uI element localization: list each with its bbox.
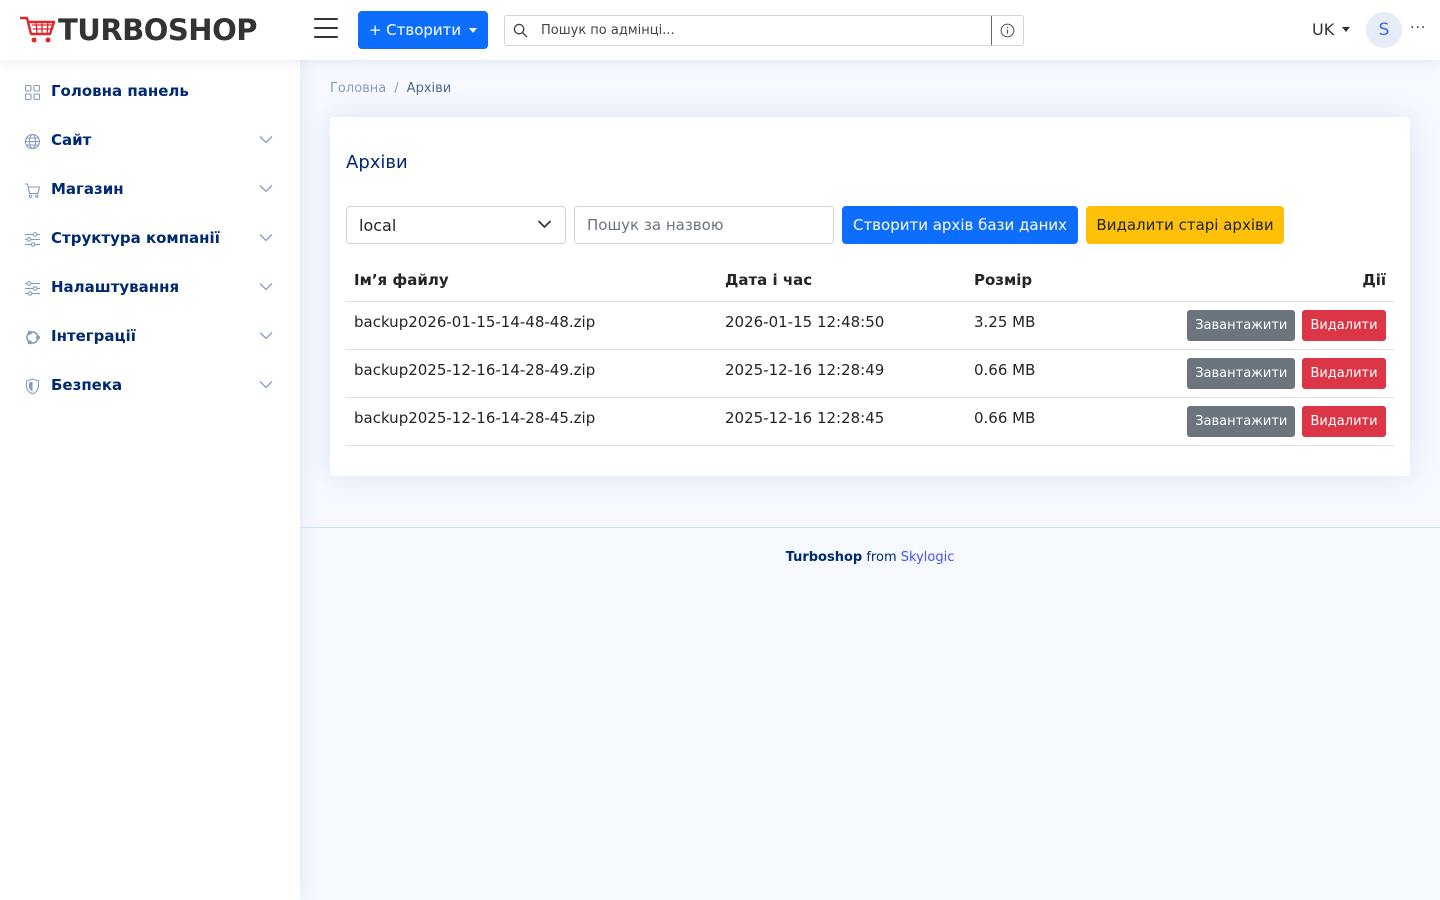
footer-brand: Turboshop: [785, 550, 863, 565]
cell-datetime: 2025-12-16 12:28:45: [717, 397, 966, 446]
sidebar-item-integrations[interactable]: Інтеграції: [0, 317, 300, 357]
cell-datetime: 2026-01-15 12:48:50: [717, 301, 966, 350]
table-header-row: Ім’я файлу Дата і час Розмір Дії: [346, 260, 1394, 302]
grid-icon: [24, 84, 41, 101]
cell-size: 3.25 MB: [966, 301, 1146, 350]
caret-down-icon: [1342, 27, 1351, 32]
sidebar-item-shop[interactable]: Магазин: [0, 170, 300, 210]
avatar[interactable]: S: [1366, 12, 1402, 48]
search-info-button[interactable]: [991, 16, 1023, 45]
footer: Turboshop from Skylogic: [300, 527, 1440, 565]
sidebar-item-label: Структура компанії: [51, 229, 220, 247]
chevron-down-icon: [259, 283, 273, 291]
chevron-down-icon: [259, 332, 273, 340]
sidebar-item-label: Магазин: [51, 180, 124, 198]
breadcrumb: Головна / Архіви: [330, 81, 451, 96]
chevron-down-icon: [259, 136, 273, 144]
caret-down-icon: [469, 27, 478, 33]
sidebar: Головна панель Сайт Магазин Структура ко…: [0, 60, 300, 900]
breadcrumb-current: Архіви: [406, 81, 452, 96]
language-label: UK: [1312, 20, 1335, 39]
cell-filename: backup2025-12-16-14-28-49.zip: [346, 349, 717, 398]
sidebar-item-security[interactable]: Безпека: [0, 366, 300, 406]
cell-actions: Завантажити Видалити: [1146, 397, 1394, 446]
delete-button[interactable]: Видалити: [1302, 309, 1386, 341]
cell-size: 0.66 MB: [966, 397, 1146, 446]
admin-search-input[interactable]: [541, 16, 991, 45]
delete-button[interactable]: Видалити: [1302, 357, 1386, 389]
page-title: Архіви: [346, 152, 408, 173]
sidebar-item-label: Сайт: [51, 131, 92, 149]
sidebar-item-label: Налаштування: [51, 278, 180, 296]
storage-select[interactable]: local: [346, 206, 566, 244]
avatar-initial: S: [1378, 20, 1390, 40]
table-row: backup2025-12-16-14-28-45.zip 2025-12-16…: [346, 397, 1394, 446]
sidebar-item-site[interactable]: Сайт: [0, 121, 300, 161]
search-icon: [513, 23, 528, 38]
footer-from: from: [866, 550, 897, 565]
info-icon: [1000, 23, 1015, 38]
sidebar-item-company-structure[interactable]: Структура компанії: [0, 219, 300, 259]
sidebar-item-label: Безпека: [51, 376, 123, 394]
create-dropdown-button[interactable]: + Створити: [358, 11, 488, 49]
cell-size: 0.66 MB: [966, 349, 1146, 398]
sidebar-item-dashboard[interactable]: Головна панель: [0, 72, 300, 112]
column-header-filename: Ім’я файлу: [346, 260, 717, 302]
column-header-size: Розмір: [966, 260, 1146, 302]
language-dropdown[interactable]: UK: [1312, 20, 1351, 39]
storage-select-value: local: [359, 215, 397, 235]
cell-datetime: 2025-12-16 12:28:49: [717, 349, 966, 398]
chevron-down-icon: [259, 185, 273, 193]
cell-actions: Завантажити Видалити: [1146, 349, 1394, 398]
breadcrumb-home-link[interactable]: Головна: [330, 81, 386, 96]
ubuntu-icon: [26, 330, 40, 345]
sidebar-item-settings[interactable]: Налаштування: [0, 268, 300, 308]
cart-icon: [25, 183, 41, 198]
archives-table: Ім’я файлу Дата і час Розмір Дії backup2…: [346, 260, 1394, 446]
chevron-down-icon: [538, 220, 551, 228]
cell-filename: backup2026-01-15-14-48-48.zip: [346, 301, 717, 350]
create-db-archive-button[interactable]: Створити архів бази даних: [842, 206, 1078, 244]
archives-card: Архіви local Створити архів бази даних В…: [330, 117, 1410, 476]
column-header-actions: Дії: [1146, 260, 1394, 302]
logo-text: TURBOSHOP: [58, 13, 257, 47]
breadcrumb-separator: /: [394, 81, 399, 96]
table-row: backup2026-01-15-14-48-48.zip 2026-01-15…: [346, 301, 1394, 350]
table-row: backup2025-12-16-14-28-49.zip 2025-12-16…: [346, 349, 1394, 398]
cart-logo-icon: [20, 16, 56, 43]
logo[interactable]: TURBOSHOP: [20, 14, 257, 46]
top-header: TURBOSHOP + Створити UK S ···: [0, 0, 1440, 60]
footer-company-link[interactable]: Skylogic: [901, 550, 955, 565]
download-button[interactable]: Завантажити: [1187, 357, 1296, 389]
admin-search: [504, 15, 1024, 46]
sliders-icon: [25, 232, 40, 247]
cell-actions: Завантажити Видалити: [1146, 301, 1394, 350]
sidebar-item-label: Інтеграції: [51, 327, 136, 345]
column-header-datetime: Дата і час: [717, 260, 966, 302]
chevron-down-icon: [259, 234, 273, 242]
delete-old-archives-button[interactable]: Видалити старі архіви: [1086, 206, 1284, 244]
chevron-down-icon: [259, 381, 273, 389]
sliders-icon: [25, 281, 40, 296]
sidebar-item-label: Головна панель: [51, 82, 189, 100]
create-button-label: + Створити: [368, 21, 462, 39]
more-icon[interactable]: ···: [1410, 20, 1426, 36]
shield-icon: [25, 378, 40, 395]
download-button[interactable]: Завантажити: [1187, 405, 1296, 437]
sidebar-toggle-icon[interactable]: [314, 18, 338, 40]
download-button[interactable]: Завантажити: [1187, 309, 1296, 341]
delete-button[interactable]: Видалити: [1302, 405, 1386, 437]
cell-filename: backup2025-12-16-14-28-45.zip: [346, 397, 717, 446]
globe-icon: [24, 133, 41, 150]
name-search-input[interactable]: [574, 206, 834, 244]
